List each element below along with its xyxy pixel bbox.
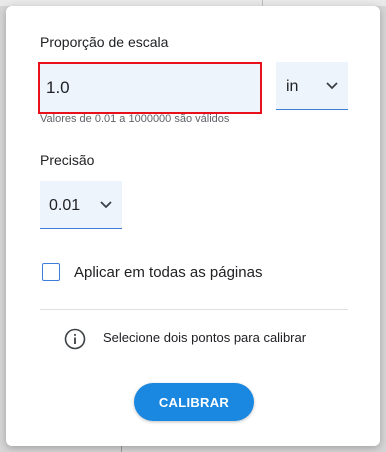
calibrate-button[interactable]: CALIBRAR [134, 383, 254, 421]
scale-ratio-hint: Valores de 0.01 a 1000000 são válidos [40, 113, 230, 125]
apply-all-pages-checkbox[interactable] [42, 263, 60, 281]
chevron-down-icon [326, 82, 338, 90]
precision-select-value: 0.01 [49, 197, 81, 214]
scale-ratio-input[interactable] [46, 70, 246, 106]
chevron-down-icon [100, 201, 112, 209]
precision-label: Precisão [40, 152, 95, 168]
scale-ratio-label: Proporção de escala [40, 34, 169, 50]
unit-select-value: in [286, 78, 299, 95]
info-icon [64, 328, 86, 350]
precision-select[interactable]: 0.01 [40, 181, 122, 229]
scale-calibration-dialog: Proporção de escala in Valores de 0.01 a… [6, 6, 380, 446]
section-divider [40, 309, 348, 310]
unit-select[interactable]: in [276, 62, 348, 110]
scale-ratio-field[interactable] [38, 62, 262, 114]
apply-all-pages-label[interactable]: Aplicar em todas as páginas [74, 264, 262, 281]
calibration-instruction: Selecione dois pontos para calibrar [103, 330, 307, 345]
